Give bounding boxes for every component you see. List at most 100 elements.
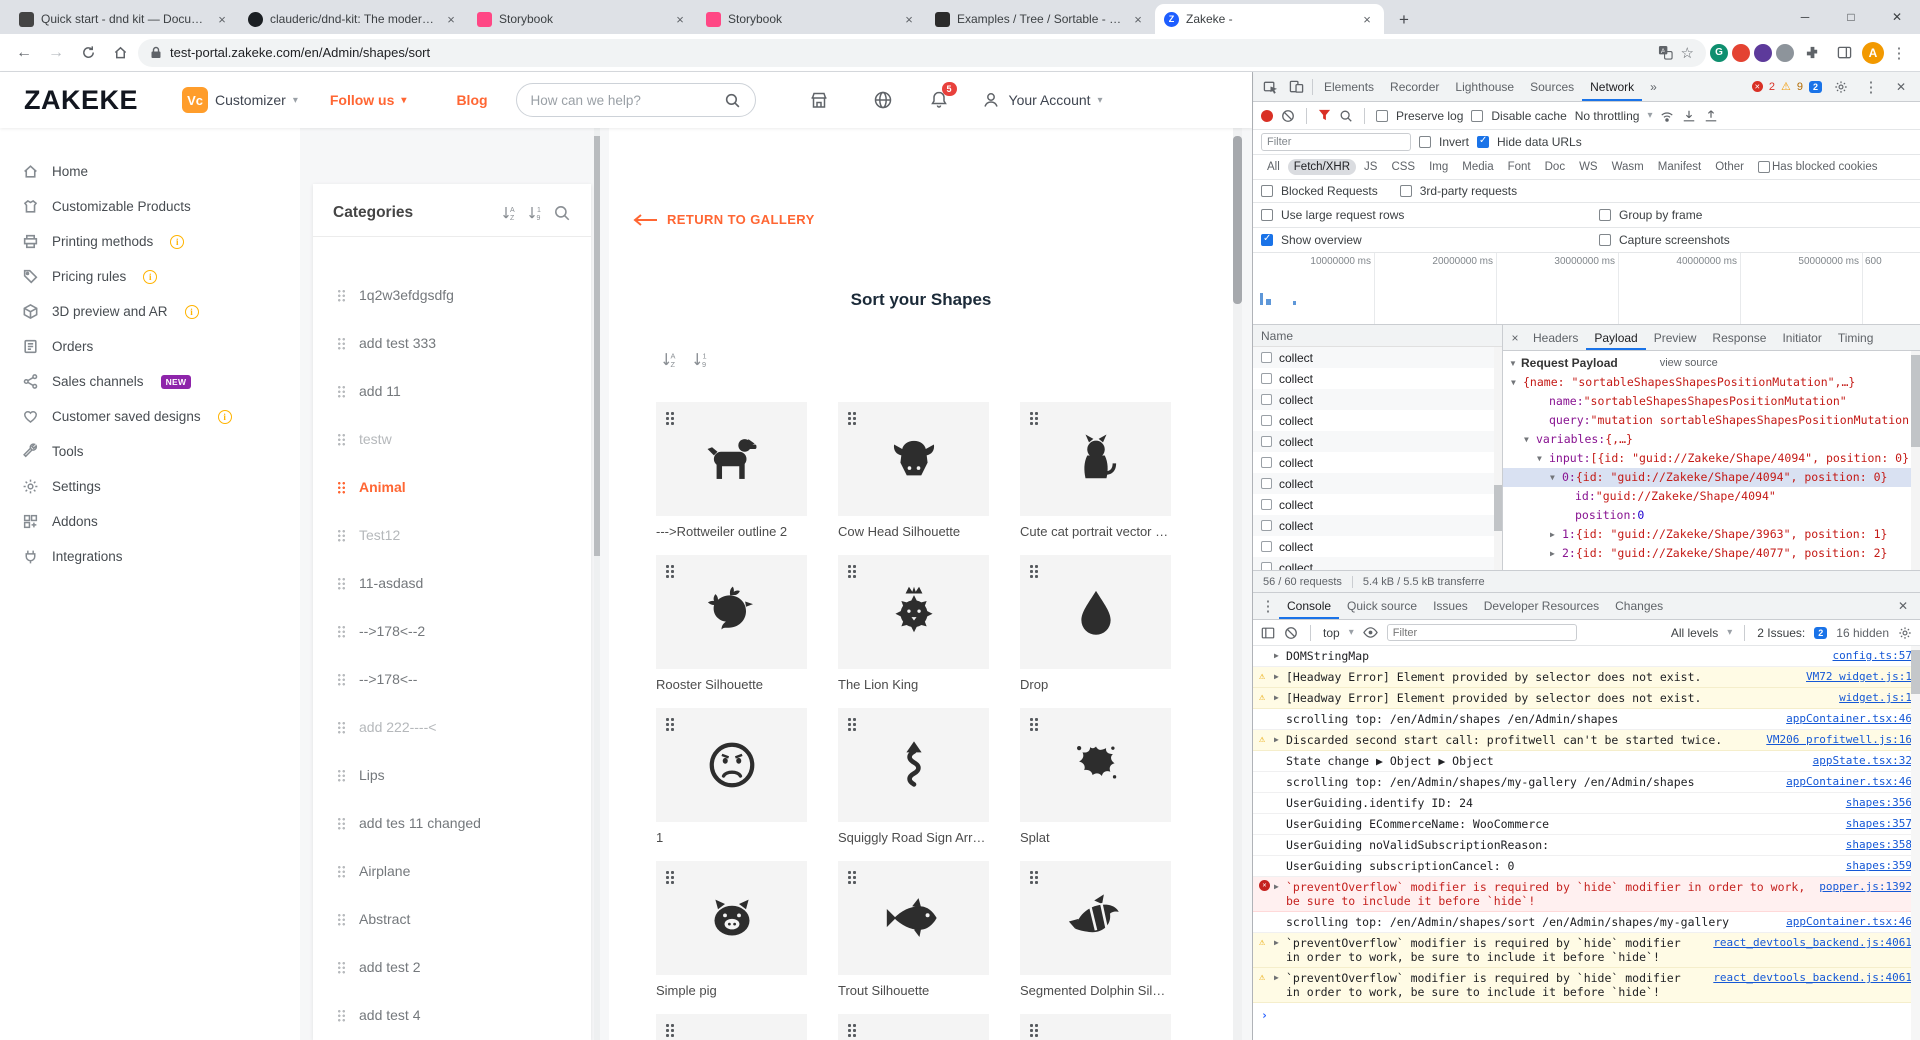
close-icon[interactable]: × bbox=[443, 11, 459, 27]
devtools-menu-icon[interactable]: ⋮ bbox=[1860, 78, 1882, 96]
category-item[interactable]: 1q2w3efdgsdfg bbox=[313, 271, 591, 319]
source-link[interactable]: VM206 profitwell.js:16 bbox=[1766, 733, 1912, 747]
return-to-gallery-link[interactable]: RETURN TO GALLERY bbox=[631, 212, 815, 227]
type-filter-media[interactable]: Media bbox=[1456, 159, 1499, 175]
expand-arrow-icon[interactable]: ▶ bbox=[1274, 649, 1286, 663]
extension-icon[interactable] bbox=[1732, 44, 1750, 62]
shape-card[interactable] bbox=[656, 708, 807, 822]
drawer-close-icon[interactable]: ✕ bbox=[1890, 593, 1916, 619]
hide-data-urls-checkbox[interactable] bbox=[1477, 136, 1489, 148]
console-sidebar-icon[interactable] bbox=[1261, 626, 1275, 640]
drag-handle-icon[interactable] bbox=[665, 564, 675, 579]
drag-handle-icon[interactable] bbox=[847, 1023, 857, 1038]
search-icon[interactable] bbox=[1339, 109, 1353, 123]
hidden-messages-label[interactable]: 16 hidden bbox=[1836, 626, 1889, 640]
sort-numeric-icon[interactable]: 19 bbox=[692, 350, 711, 369]
tab-lighthouse[interactable]: Lighthouse bbox=[1447, 72, 1522, 101]
inspect-element-icon[interactable] bbox=[1257, 72, 1283, 101]
url-text[interactable]: test-portal.zakeke.com/en/Admin/shapes/s… bbox=[170, 45, 430, 60]
type-filter-other[interactable]: Other bbox=[1709, 159, 1750, 175]
clear-network-log-icon[interactable] bbox=[1281, 109, 1295, 123]
drag-handle-icon[interactable] bbox=[665, 717, 675, 732]
issues-badge[interactable]: 2 bbox=[1809, 81, 1822, 93]
browser-tab[interactable]: clauderic/dnd-kit: The modern, l… × bbox=[239, 4, 468, 34]
category-item[interactable]: add 222----< bbox=[313, 703, 591, 751]
account-dropdown[interactable]: Your Account ▾ bbox=[980, 89, 1103, 111]
category-item[interactable]: Test12 bbox=[313, 511, 591, 559]
payload-node[interactable]: ▶2: {id: "guid://Zakeke/Shape/4077", pos… bbox=[1503, 544, 1920, 563]
zakeke-logo[interactable]: ZAKEKE bbox=[24, 85, 138, 116]
request-row[interactable]: collect bbox=[1253, 515, 1502, 536]
drag-handle-icon[interactable] bbox=[337, 817, 346, 830]
source-link[interactable]: appContainer.tsx:46 bbox=[1786, 775, 1912, 789]
reload-icon[interactable] bbox=[74, 39, 102, 67]
issues-count-badge[interactable]: 2 bbox=[1814, 627, 1827, 639]
console-log-warning[interactable]: ⚠▶[Headway Error] Element provided by se… bbox=[1253, 688, 1920, 709]
payload-scrollbar[interactable] bbox=[1911, 351, 1920, 570]
expand-arrow-icon[interactable]: ▶ bbox=[1274, 936, 1286, 950]
drag-handle-icon[interactable] bbox=[665, 411, 675, 426]
tab-recorder[interactable]: Recorder bbox=[1382, 72, 1447, 101]
shape-card[interactable] bbox=[656, 555, 807, 669]
shape-cell[interactable]: --->Rottweiler outline 2 bbox=[656, 402, 807, 539]
request-row[interactable]: collect bbox=[1253, 536, 1502, 557]
drag-handle-icon[interactable] bbox=[1029, 870, 1039, 885]
shape-cell[interactable]: Splat bbox=[1020, 708, 1171, 845]
eye-icon[interactable] bbox=[1363, 625, 1378, 640]
expand-arrow-icon[interactable]: ▶ bbox=[1274, 880, 1286, 894]
scrollbar-thumb[interactable] bbox=[1911, 355, 1920, 447]
console-log[interactable]: UserGuiding noValidSubscriptionReason:sh… bbox=[1253, 835, 1920, 856]
console-log[interactable]: State change ▶ Object ▶ ObjectappState.t… bbox=[1253, 751, 1920, 772]
type-filter-font[interactable]: Font bbox=[1502, 159, 1537, 175]
browser-menu-icon[interactable]: ⋮ bbox=[1888, 44, 1910, 62]
request-row[interactable]: collect bbox=[1253, 410, 1502, 431]
capture-screenshots-checkbox[interactable] bbox=[1599, 234, 1611, 246]
console-filter-input[interactable] bbox=[1387, 624, 1577, 641]
sidebar-item-customizable-products[interactable]: Customizable Products bbox=[0, 189, 300, 224]
shape-cell[interactable]: Drop bbox=[1020, 555, 1171, 692]
drag-handle-icon[interactable] bbox=[1029, 564, 1039, 579]
console-log-warning[interactable]: ⚠▶Discarded second start call: profitwel… bbox=[1253, 730, 1920, 751]
search-icon[interactable] bbox=[553, 204, 571, 222]
shape-cell[interactable]: Trout Silhouette bbox=[838, 861, 989, 998]
payload-node[interactable]: ▼input: [{id: "guid://Zakeke/Shape/4094"… bbox=[1503, 449, 1920, 468]
source-link[interactable]: appState.tsx:32 bbox=[1813, 754, 1912, 768]
console-log[interactable]: scrolling top: /en/Admin/shapes/my-galle… bbox=[1253, 772, 1920, 793]
close-icon[interactable]: × bbox=[214, 11, 230, 27]
drag-handle-icon[interactable] bbox=[847, 870, 857, 885]
source-link[interactable]: config.ts:57 bbox=[1833, 649, 1912, 663]
tab-quick-source[interactable]: Quick source bbox=[1339, 593, 1425, 619]
tab-initiator[interactable]: Initiator bbox=[1774, 325, 1829, 350]
console-log[interactable]: scrolling top: /en/Admin/shapes/sort /en… bbox=[1253, 912, 1920, 933]
category-item[interactable]: -->178<--2 bbox=[313, 607, 591, 655]
shape-card[interactable] bbox=[656, 861, 807, 975]
source-link[interactable]: shapes:358 bbox=[1846, 838, 1912, 852]
use-large-request-rows-checkbox[interactable] bbox=[1261, 209, 1273, 221]
expand-arrow-icon[interactable]: ▼ bbox=[1509, 354, 1521, 373]
follow-us-dropdown[interactable]: Follow us ▾ bbox=[330, 92, 407, 108]
sidebar-item-pricing-rules[interactable]: Pricing rules i bbox=[0, 259, 300, 294]
sidebar-item-3d-preview-ar[interactable]: 3D preview and AR i bbox=[0, 294, 300, 329]
shape-card[interactable] bbox=[1020, 402, 1171, 516]
drag-handle-icon[interactable] bbox=[1029, 1023, 1039, 1038]
type-filter-doc[interactable]: Doc bbox=[1539, 159, 1571, 175]
console-scrollbar[interactable] bbox=[1911, 646, 1920, 1040]
context-select[interactable]: top bbox=[1323, 626, 1340, 640]
browser-tab[interactable]: Storybook × bbox=[468, 4, 697, 34]
drag-handle-icon[interactable] bbox=[337, 289, 346, 302]
tab-console[interactable]: Console bbox=[1279, 593, 1339, 619]
request-row[interactable]: collect bbox=[1253, 368, 1502, 389]
puzzle-extensions-icon[interactable] bbox=[1798, 39, 1826, 67]
shape-cell[interactable] bbox=[656, 1014, 807, 1040]
filter-funnel-icon[interactable] bbox=[1318, 109, 1331, 122]
drag-handle-icon[interactable] bbox=[847, 411, 857, 426]
category-item[interactable]: 11-asdasd bbox=[313, 559, 591, 607]
drag-handle-icon[interactable] bbox=[337, 529, 346, 542]
window-close-button[interactable]: ✕ bbox=[1874, 0, 1920, 34]
source-link[interactable]: react_devtools_backend.js:4061 bbox=[1713, 971, 1912, 985]
show-overview-checkbox[interactable] bbox=[1261, 234, 1273, 246]
tab-timing[interactable]: Timing bbox=[1830, 325, 1882, 350]
drag-handle-icon[interactable] bbox=[665, 870, 675, 885]
tab-issues[interactable]: Issues bbox=[1425, 593, 1476, 619]
tab-response[interactable]: Response bbox=[1704, 325, 1774, 350]
